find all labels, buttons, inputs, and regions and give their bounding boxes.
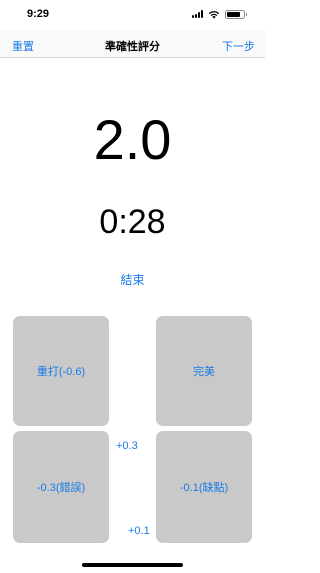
flaw-button[interactable]: -0.1(缺點) <box>156 431 252 543</box>
end-button[interactable]: 結束 <box>0 271 265 288</box>
plus-0-3-button[interactable]: +0.3 <box>116 440 138 452</box>
wifi-icon <box>208 10 220 19</box>
error-button[interactable]: -0.3(錯誤) <box>13 431 109 543</box>
reshoot-button[interactable]: 重打(-0.6) <box>13 316 109 426</box>
perfect-button-label: 完美 <box>193 366 215 378</box>
perfect-button[interactable]: 完美 <box>156 316 252 426</box>
timer-display: 0:28 <box>99 203 166 241</box>
next-button[interactable]: 下一步 <box>222 38 255 54</box>
battery-level-fill <box>227 11 240 17</box>
status-time: 9:29 <box>27 8 50 20</box>
home-indicator <box>82 563 183 567</box>
status-bar: 9:29 <box>0 0 265 30</box>
navigation-bar: 重置 準確性評分 下一步 <box>0 30 265 58</box>
status-icons <box>192 9 247 19</box>
cellular-signal-icon <box>192 10 203 18</box>
flaw-button-label: -0.1(缺點) <box>179 482 229 494</box>
error-button-label: -0.3(錯誤) <box>36 482 86 494</box>
plus-0-1-button[interactable]: +0.1 <box>128 525 150 537</box>
reshoot-button-label: 重打(-0.6) <box>36 366 86 378</box>
score-display: 2.0 <box>93 108 172 171</box>
battery-icon <box>225 9 247 19</box>
